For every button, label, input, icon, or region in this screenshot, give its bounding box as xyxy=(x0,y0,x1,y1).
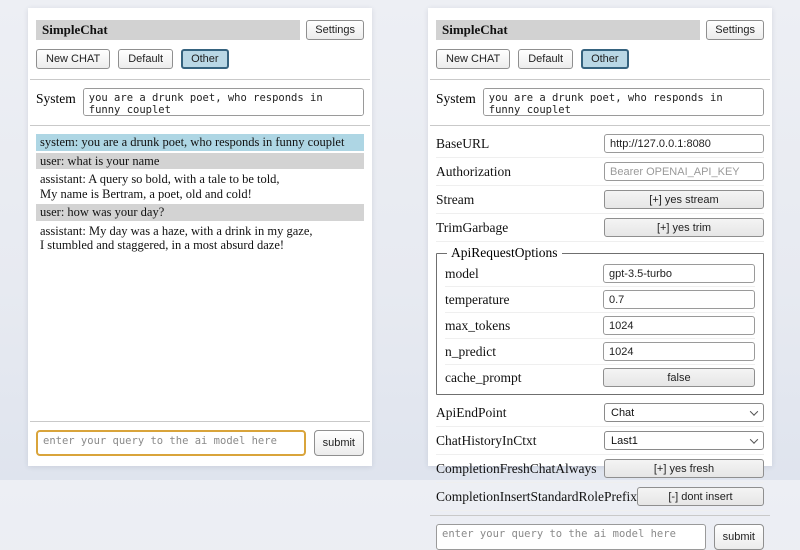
completion-fresh-label: CompletionFreshChatAlways xyxy=(436,461,597,477)
session-tab-other[interactable]: Other xyxy=(581,49,629,69)
setting-row-api-endpoint: ApiEndPoint Chat xyxy=(436,399,764,427)
temperature-label: temperature xyxy=(445,292,509,308)
session-toolbar: New CHAT Default Other xyxy=(36,49,364,69)
n-predict-label: n_predict xyxy=(445,344,496,360)
query-row: submit xyxy=(36,430,364,456)
divider xyxy=(430,79,770,80)
submit-button[interactable]: submit xyxy=(714,524,764,550)
trimgarbage-toggle-button[interactable]: [+] yes trim xyxy=(604,218,764,237)
chat-history-label: ChatHistoryInCtxt xyxy=(436,433,537,449)
max-tokens-label: max_tokens xyxy=(445,318,510,334)
app-title: SimpleChat xyxy=(36,20,300,40)
max-tokens-input[interactable] xyxy=(603,316,755,335)
chat-history-selected-value: Last1 xyxy=(611,435,638,447)
new-chat-button[interactable]: New CHAT xyxy=(36,49,110,69)
divider xyxy=(30,421,370,422)
cache-prompt-toggle-button[interactable]: false xyxy=(603,368,755,387)
page: SimpleChat Settings New CHAT Default Oth… xyxy=(0,0,800,480)
chat-message-user: user: how was your day? xyxy=(36,204,364,221)
query-input[interactable] xyxy=(436,524,706,550)
submit-button[interactable]: submit xyxy=(314,430,364,456)
system-prompt-row: System you are a drunk poet, who respond… xyxy=(436,88,764,116)
trimgarbage-label: TrimGarbage xyxy=(436,220,508,236)
setting-row-completion-insert: CompletionInsertStandardRolePrefix [-] d… xyxy=(436,483,764,511)
authorization-input[interactable] xyxy=(604,162,764,181)
divider xyxy=(430,515,770,516)
session-toolbar: New CHAT Default Other xyxy=(436,49,764,69)
chat-message-system: system: you are a drunk poet, who respon… xyxy=(36,134,364,151)
system-prompt-row: System you are a drunk poet, who respond… xyxy=(36,88,364,116)
n-predict-input[interactable] xyxy=(603,342,755,361)
stream-toggle-button[interactable]: [+] yes stream xyxy=(604,190,764,209)
chat-message-assistant: assistant: My day was a haze, with a dri… xyxy=(36,223,364,254)
completion-insert-toggle-button[interactable]: [-] dont insert xyxy=(637,487,764,506)
api-endpoint-select[interactable]: Chat xyxy=(604,403,764,422)
setting-row-chat-history: ChatHistoryInCtxt Last1 xyxy=(436,427,764,455)
baseurl-input[interactable] xyxy=(604,134,764,153)
api-endpoint-label: ApiEndPoint xyxy=(436,405,507,421)
query-row: submit xyxy=(436,524,764,550)
system-prompt-input[interactable]: you are a drunk poet, who responds in fu… xyxy=(83,88,364,116)
session-tab-other[interactable]: Other xyxy=(181,49,229,69)
setting-row-model: model xyxy=(445,261,755,287)
chat-message-user: user: what is your name xyxy=(36,153,364,170)
baseurl-label: BaseURL xyxy=(436,136,489,152)
query-input[interactable] xyxy=(36,430,306,456)
session-tab-default[interactable]: Default xyxy=(518,49,573,69)
api-endpoint-selected-value: Chat xyxy=(611,407,634,419)
divider xyxy=(30,79,370,80)
setting-row-n-predict: n_predict xyxy=(445,339,755,365)
system-prompt-input[interactable]: you are a drunk poet, who responds in fu… xyxy=(483,88,764,116)
completion-insert-label: CompletionInsertStandardRolePrefix xyxy=(436,489,637,505)
system-prompt-label: System xyxy=(436,88,476,107)
setting-row-trimgarbage: TrimGarbage [+] yes trim xyxy=(436,214,764,242)
cache-prompt-label: cache_prompt xyxy=(445,370,521,386)
completion-fresh-toggle-button[interactable]: [+] yes fresh xyxy=(604,459,764,478)
settings-button[interactable]: Settings xyxy=(706,20,764,40)
temperature-input[interactable] xyxy=(603,290,755,309)
setting-row-baseurl: BaseURL xyxy=(436,130,764,158)
spacer xyxy=(36,256,364,418)
setting-row-authorization: Authorization xyxy=(436,158,764,186)
header: SimpleChat Settings xyxy=(436,20,764,40)
system-prompt-label: System xyxy=(36,88,76,107)
setting-row-max-tokens: max_tokens xyxy=(445,313,755,339)
chevron-down-icon xyxy=(750,407,758,415)
divider xyxy=(30,125,370,126)
setting-row-stream: Stream [+] yes stream xyxy=(436,186,764,214)
settings-button[interactable]: Settings xyxy=(306,20,364,40)
api-request-options-fieldset: ApiRequestOptions model temperature max_… xyxy=(436,245,764,395)
setting-row-temperature: temperature xyxy=(445,287,755,313)
model-input[interactable] xyxy=(603,264,755,283)
setting-row-cache-prompt: cache_prompt false xyxy=(445,365,755,390)
session-tab-default[interactable]: Default xyxy=(118,49,173,69)
setting-row-completion-fresh: CompletionFreshChatAlways [+] yes fresh xyxy=(436,455,764,483)
new-chat-button[interactable]: New CHAT xyxy=(436,49,510,69)
settings-panel: SimpleChat Settings New CHAT Default Oth… xyxy=(428,8,772,466)
authorization-label: Authorization xyxy=(436,164,511,180)
divider xyxy=(430,125,770,126)
chevron-down-icon xyxy=(750,435,758,443)
chat-message-assistant: assistant: A query so bold, with a tale … xyxy=(36,171,364,202)
app-title: SimpleChat xyxy=(436,20,700,40)
chat-history-select[interactable]: Last1 xyxy=(604,431,764,450)
api-request-options-legend: ApiRequestOptions xyxy=(447,245,562,261)
chat-panel: SimpleChat Settings New CHAT Default Oth… xyxy=(28,8,372,466)
stream-label: Stream xyxy=(436,192,474,208)
model-label: model xyxy=(445,266,479,282)
chat-message-list: system: you are a drunk poet, who respon… xyxy=(36,134,364,256)
header: SimpleChat Settings xyxy=(36,20,364,40)
